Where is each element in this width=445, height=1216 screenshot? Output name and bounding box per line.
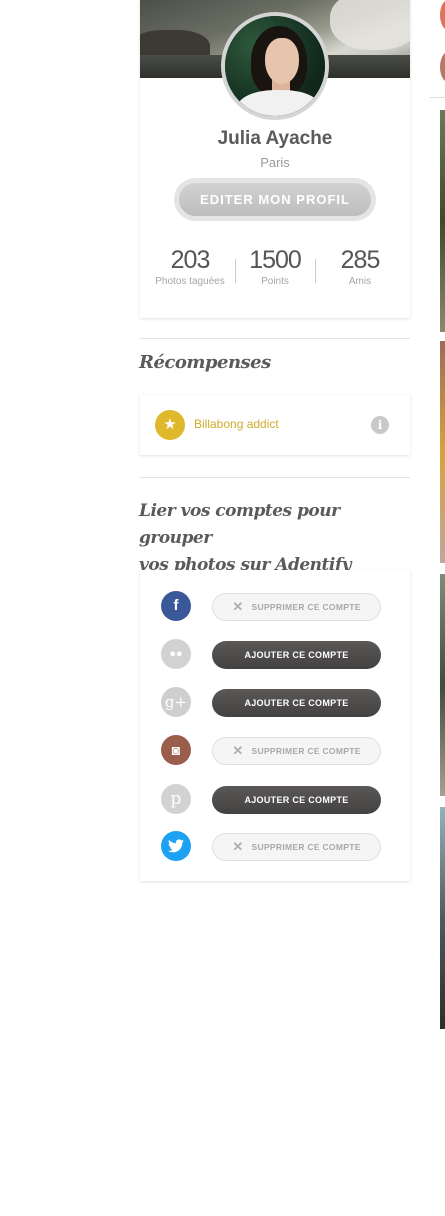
stat-label: Photos taguées bbox=[155, 276, 225, 287]
partial-photo-4[interactable] bbox=[440, 807, 445, 1029]
flickr-icon: ●● bbox=[161, 639, 191, 669]
avatar[interactable] bbox=[221, 12, 329, 120]
remove-facebook-button[interactable]: ✕ SUPPRIMER CE COMPTE bbox=[212, 593, 381, 621]
stat-points[interactable]: 1500 Points bbox=[240, 246, 310, 287]
stat-value: 1500 bbox=[249, 246, 302, 274]
button-label: SUPPRIMER CE COMPTE bbox=[251, 602, 361, 612]
twitter-icon bbox=[161, 831, 191, 861]
account-row-instagram: ◙ ✕ SUPPRIMER CE COMPTE bbox=[140, 734, 410, 766]
close-icon: ✕ bbox=[232, 839, 244, 854]
reward-label: Billabong addict bbox=[194, 417, 279, 431]
partial-photo-2[interactable] bbox=[440, 341, 445, 563]
accounts-card: f ✕ SUPPRIMER CE COMPTE ●● AJOUTER CE COM… bbox=[140, 570, 410, 881]
instagram-icon: ◙ bbox=[161, 735, 191, 765]
partial-photo-1[interactable] bbox=[440, 110, 445, 332]
account-row-twitter: ✕ SUPPRIMER CE COMPTE bbox=[140, 830, 410, 862]
rewards-title: Récompenses bbox=[139, 352, 271, 373]
account-row-pinterest: p AJOUTER CE COMPTE bbox=[140, 783, 410, 815]
stat-photos[interactable]: 203 Photos taguées bbox=[150, 246, 230, 287]
account-row-facebook: f ✕ SUPPRIMER CE COMPTE bbox=[140, 590, 410, 622]
button-label: SUPPRIMER CE COMPTE bbox=[251, 842, 361, 852]
remove-instagram-button[interactable]: ✕ SUPPRIMER CE COMPTE bbox=[212, 737, 381, 765]
section-divider bbox=[140, 477, 410, 478]
partial-photo-3[interactable] bbox=[440, 574, 445, 796]
close-icon: ✕ bbox=[232, 599, 244, 614]
button-label: AJOUTER CE COMPTE bbox=[244, 698, 349, 708]
button-label: AJOUTER CE COMPTE bbox=[244, 795, 349, 805]
link-accounts-title-line1: Lier vos comptes pour grouper bbox=[139, 501, 340, 548]
close-icon: ✕ bbox=[232, 743, 244, 758]
star-icon: ★ bbox=[155, 410, 185, 440]
add-pinterest-button[interactable]: AJOUTER CE COMPTE bbox=[212, 786, 381, 814]
reward-item[interactable]: ★ Billabong addict i bbox=[140, 395, 410, 455]
info-icon[interactable]: i bbox=[371, 416, 389, 434]
stat-separator bbox=[315, 259, 316, 283]
facebook-icon: f bbox=[161, 591, 191, 621]
stat-value: 285 bbox=[340, 246, 381, 274]
remove-twitter-button[interactable]: ✕ SUPPRIMER CE COMPTE bbox=[212, 833, 381, 861]
edit-profile-button[interactable]: EDITER MON PROFIL bbox=[174, 178, 376, 221]
google-plus-icon: g+ bbox=[161, 687, 191, 717]
profile-city: Paris bbox=[260, 155, 290, 170]
add-google-plus-button[interactable]: AJOUTER CE COMPTE bbox=[212, 689, 381, 717]
profile-stats: 203 Photos taguées 1500 Points 285 Amis bbox=[140, 246, 410, 296]
stat-value: 203 bbox=[170, 246, 211, 274]
account-row-google-plus: g+ AJOUTER CE COMPTE bbox=[140, 686, 410, 718]
stat-label: Amis bbox=[348, 276, 372, 287]
partial-avatar-1 bbox=[440, 0, 445, 30]
link-accounts-title: Lier vos comptes pour grouper vos photos… bbox=[139, 498, 399, 579]
stat-friends[interactable]: 285 Amis bbox=[325, 246, 395, 287]
edit-profile-button-label: EDITER MON PROFIL bbox=[179, 183, 371, 216]
button-label: SUPPRIMER CE COMPTE bbox=[251, 746, 361, 756]
stat-separator bbox=[235, 259, 236, 283]
account-row-flickr: ●● AJOUTER CE COMPTE bbox=[140, 638, 410, 670]
profile-card: Julia Ayache Paris EDITER MON PROFIL 203… bbox=[140, 0, 410, 318]
stat-label: Points bbox=[261, 276, 289, 287]
section-divider bbox=[140, 338, 410, 339]
strip-divider bbox=[430, 97, 445, 98]
add-flickr-button[interactable]: AJOUTER CE COMPTE bbox=[212, 641, 381, 669]
profile-name: Julia Ayache bbox=[217, 128, 333, 149]
partial-avatar-2 bbox=[440, 52, 445, 82]
pinterest-icon: p bbox=[161, 784, 191, 814]
button-label: AJOUTER CE COMPTE bbox=[244, 650, 349, 660]
